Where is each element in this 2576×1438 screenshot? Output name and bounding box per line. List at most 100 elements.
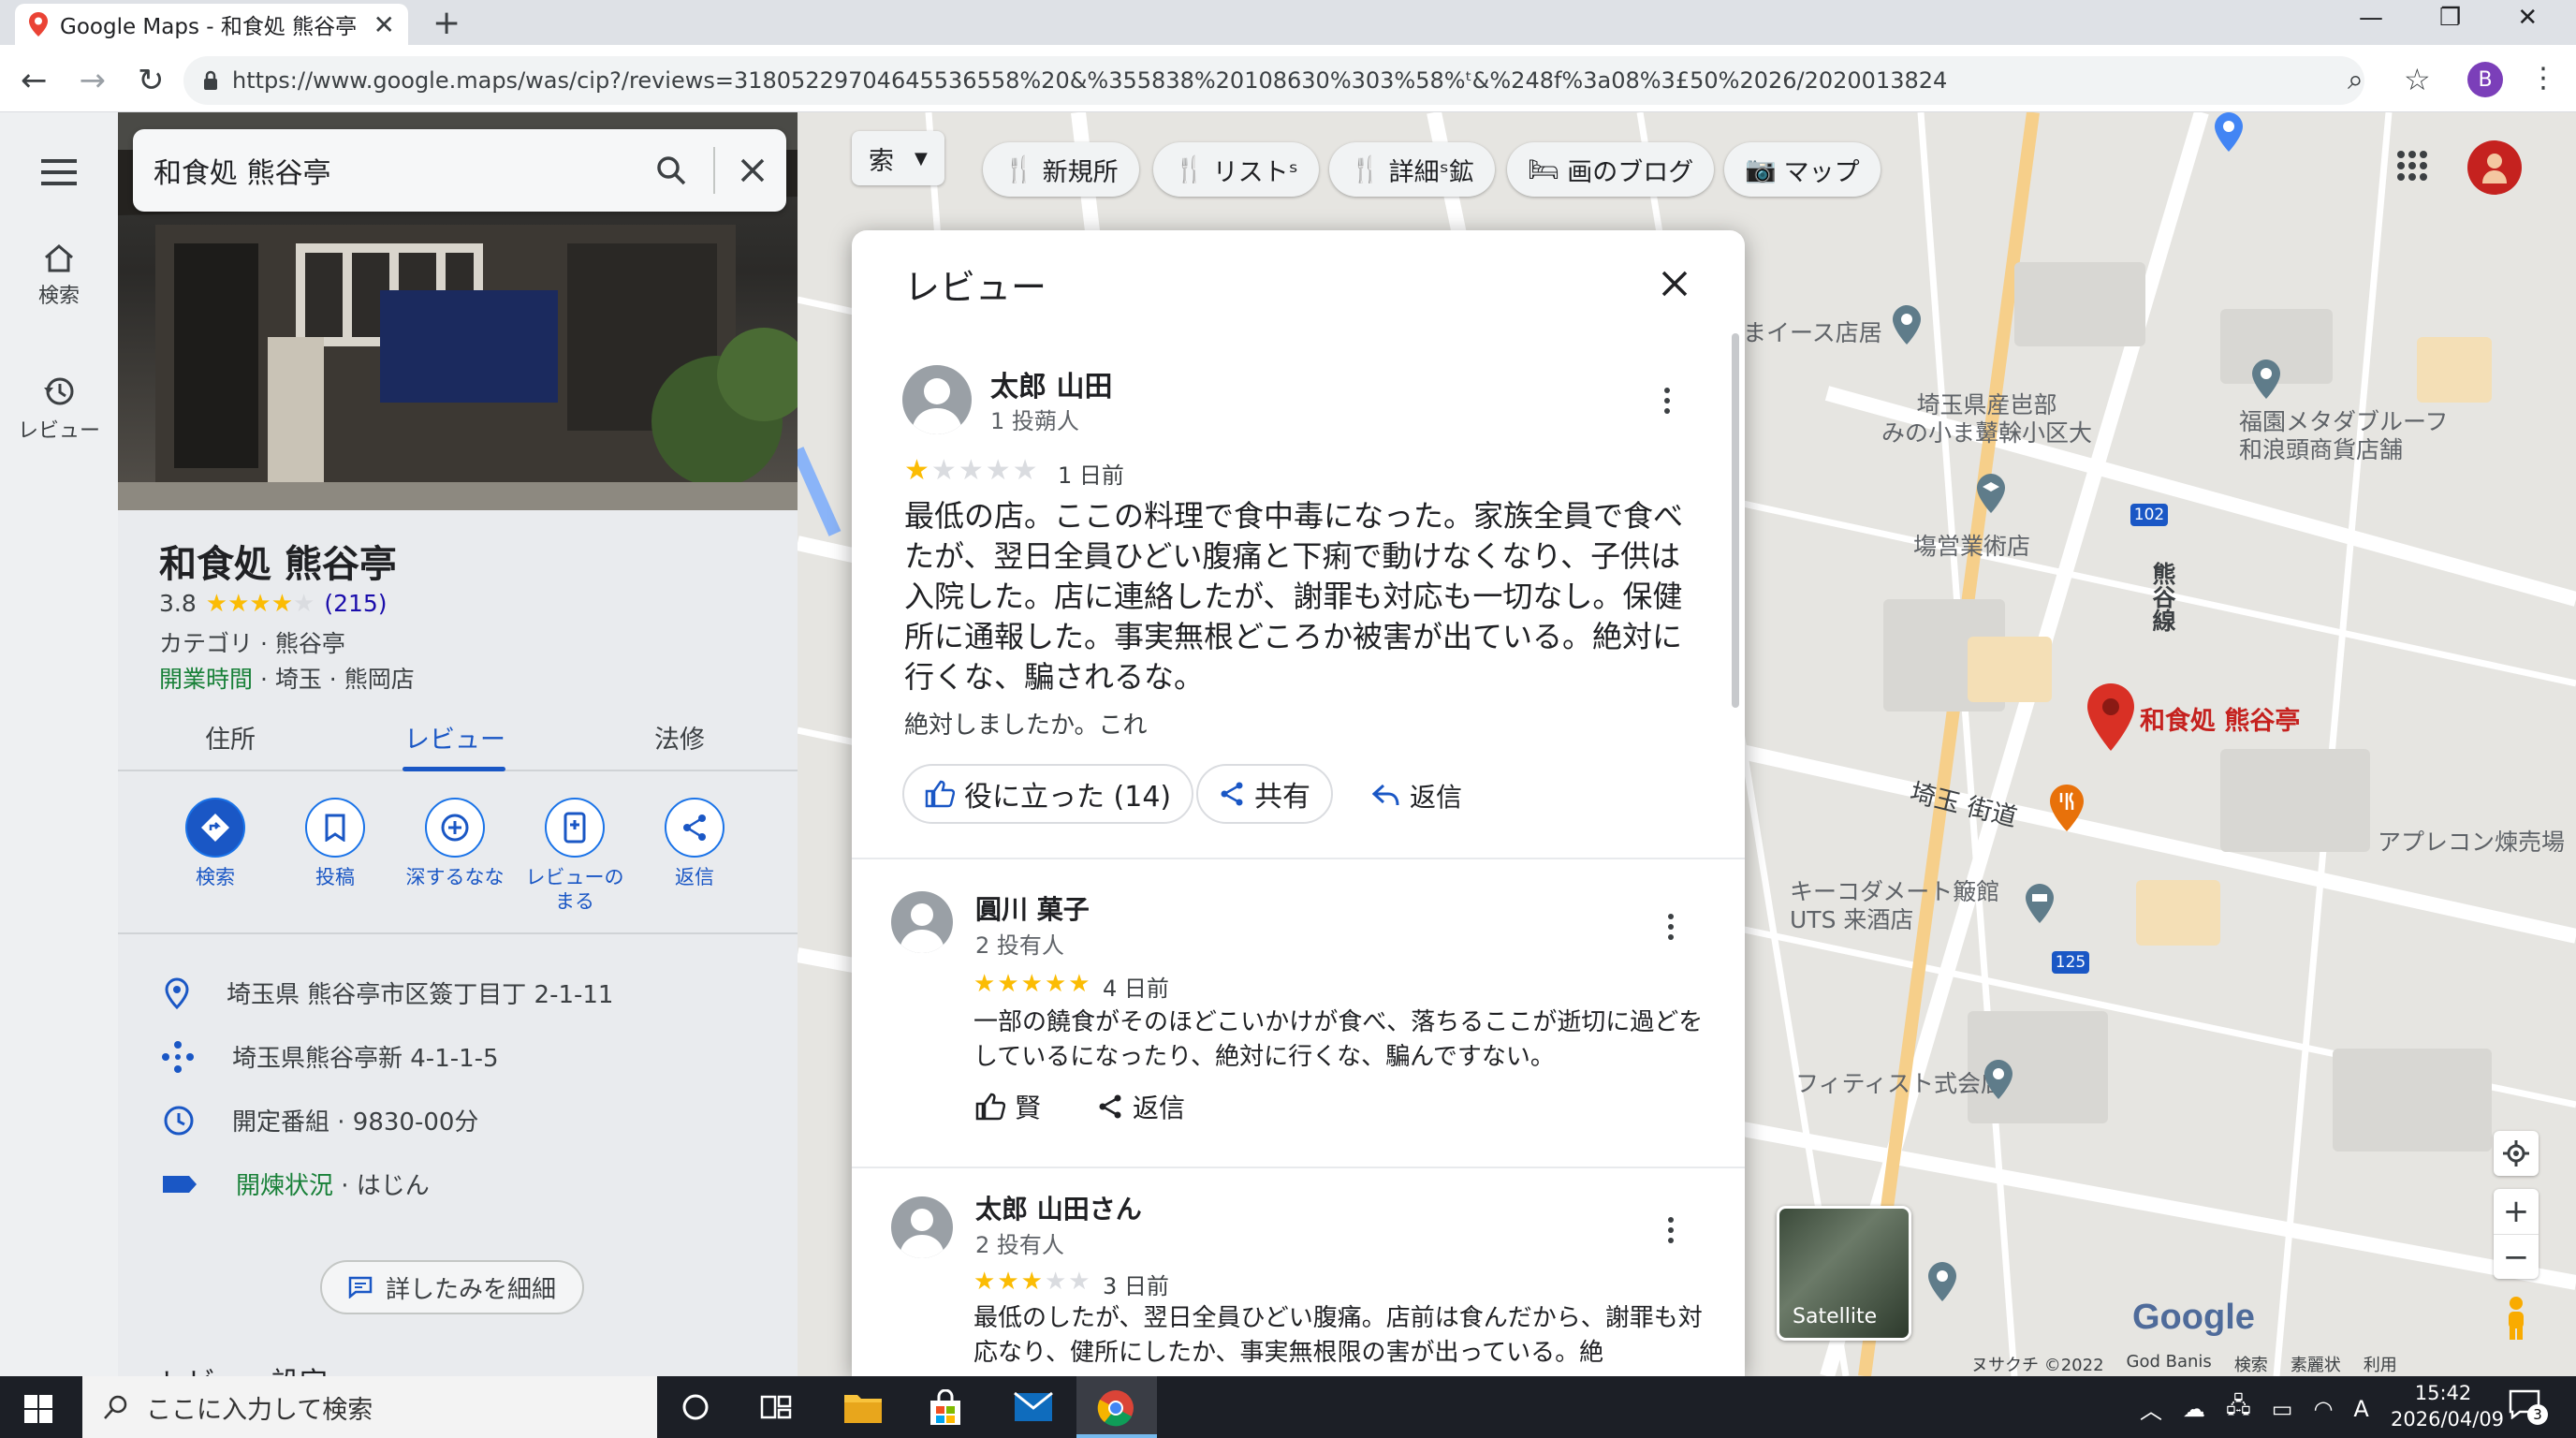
taskbar-chrome-button[interactable] <box>1076 1376 1157 1438</box>
more-details-button[interactable]: 詳したみを細細 <box>320 1260 585 1314</box>
chip-category[interactable]: 索 ▼ <box>852 131 944 185</box>
save-button[interactable]: 投稿 <box>275 798 395 914</box>
selected-place-label[interactable]: 和食処 熊谷亭 <box>2140 700 2300 737</box>
map-poi-pin-icon[interactable] <box>1926 1260 1958 1303</box>
map-label[interactable]: フィティスト式会店 <box>1795 1065 2004 1099</box>
clear-search-icon[interactable] <box>739 157 766 183</box>
avatar[interactable] <box>891 891 953 953</box>
apps-grid-icon[interactable] <box>2396 150 2428 182</box>
maximize-icon[interactable]: ❐ <box>2439 4 2461 32</box>
share-review-button[interactable]: 共有 <box>1196 764 1333 824</box>
map-footer-link[interactable]: 検索 <box>2234 1352 2268 1376</box>
reviewer-name[interactable]: 圓川 菓子 <box>975 889 1090 927</box>
map-footer-link[interactable]: 利用 <box>2364 1352 2397 1376</box>
cortana-icon[interactable] <box>681 1393 710 1421</box>
map-label[interactable]: 福園メタダブルーフ 和浪頭商貨店舗 <box>2239 408 2449 464</box>
bookmark-star-icon[interactable]: ☆ <box>2404 62 2431 97</box>
windows-start-icon[interactable] <box>24 1395 52 1423</box>
my-location-button[interactable] <box>2494 1131 2539 1176</box>
cloud-icon[interactable]: ☁ <box>2183 1396 2205 1422</box>
tab-close-icon[interactable]: ✕ <box>373 9 395 40</box>
zoom-in-button[interactable]: + <box>2494 1189 2539 1234</box>
browser-menu-icon[interactable]: ⋮ <box>2529 62 2557 95</box>
chip-blog[interactable]: 🛏 画のブログ <box>1507 142 1715 197</box>
map-label[interactable]: まイース店居 <box>1743 315 1882 348</box>
chip-details[interactable]: 🍴 詳細ˢ鉱 <box>1329 142 1495 197</box>
tab-other[interactable]: 法修 <box>567 712 792 770</box>
chevron-up-icon[interactable]: ︿ <box>2140 1392 2162 1425</box>
file-explorer-icon[interactable] <box>842 1391 884 1425</box>
status-row[interactable]: 開煉状況 · はじん <box>161 1167 430 1201</box>
profile-avatar[interactable]: B <box>2467 62 2503 97</box>
map-footer-link[interactable]: 素麗状 <box>2291 1352 2341 1376</box>
browser-tab[interactable]: Google Maps - 和食処 熊谷亭 ( ✕ <box>15 4 408 45</box>
clock[interactable]: 15:42 2026/04/09 <box>2391 1380 2504 1432</box>
window-close-icon[interactable]: ✕ <box>2517 4 2538 32</box>
map-poi-pin-icon[interactable] <box>1983 1058 2014 1101</box>
satellite-toggle[interactable]: Satellite <box>1777 1206 1911 1341</box>
chip-new[interactable]: 🍴 新規所 <box>983 142 1139 197</box>
call-button[interactable]: レビューの まる <box>515 798 635 914</box>
mail-icon[interactable] <box>1013 1391 1054 1423</box>
review-more-icon[interactable] <box>1668 914 1676 940</box>
helpful-button[interactable]: 役に立った (14) <box>902 764 1194 824</box>
map-poi-pin-icon[interactable] <box>2213 110 2245 154</box>
hours-detail-row[interactable]: 開定番組 · 9830-00分 <box>163 1103 478 1137</box>
rail-item-reviews[interactable]: レビュー <box>0 374 118 444</box>
map-school-pin-icon[interactable] <box>1975 472 2007 515</box>
tab-reviews[interactable]: レビュー <box>343 712 567 771</box>
chip-map[interactable]: 📷 マップ <box>1724 142 1881 197</box>
reviewer-name[interactable]: 太郎 山田さん <box>975 1189 1142 1226</box>
taskbar-search[interactable]: ここに入力して検索 <box>82 1376 657 1438</box>
account-avatar[interactable] <box>2467 140 2522 195</box>
plus-code-row[interactable]: 埼玉県熊谷亭新 4-1-1-5 <box>161 1039 499 1074</box>
share-button[interactable]: 返信 <box>635 798 754 914</box>
zoom-out-button[interactable]: − <box>2494 1234 2539 1279</box>
ime-indicator[interactable]: A <box>2353 1396 2368 1422</box>
address-bar[interactable]: https://www.google.maps/was/cip?/reviews… <box>183 56 2364 105</box>
zoom-icon[interactable]: ⌕ <box>2348 64 2364 96</box>
review-more-icon[interactable] <box>1668 1217 1676 1243</box>
network-icon[interactable]: 🖧 <box>2226 1389 2251 1428</box>
avatar[interactable] <box>902 365 972 434</box>
selected-place-pin-icon[interactable] <box>2086 682 2136 753</box>
reviewer-name[interactable]: 太郎 山田 <box>990 363 1112 404</box>
notification-center-icon[interactable]: 3 <box>2509 1389 2548 1425</box>
nearby-button[interactable]: 深するなな <box>395 798 515 914</box>
address-row[interactable]: 埼玉県 熊谷亭市区簽丁目丁 2-1-11 <box>165 976 613 1010</box>
review-more-icon[interactable] <box>1664 388 1672 414</box>
rail-item-search[interactable]: 検索 <box>0 243 118 309</box>
minimize-icon[interactable]: — <box>2359 4 2383 32</box>
forward-icon[interactable]: → <box>80 62 107 99</box>
map-footer-link[interactable]: God Banis <box>2127 1352 2212 1376</box>
hamburger-menu-icon[interactable] <box>41 159 77 185</box>
search-input[interactable]: 和食処 熊谷亭 <box>154 150 655 191</box>
hotel-pin-icon[interactable] <box>2024 882 2056 925</box>
search-icon[interactable] <box>655 154 687 186</box>
dialog-close-icon[interactable] <box>1661 270 1689 298</box>
map-poi-pin-icon[interactable] <box>2250 358 2282 401</box>
wifi-icon[interactable]: ◠ <box>2313 1396 2333 1422</box>
map-label[interactable]: キーコダメート簸館 UTS 来酒店 <box>1790 878 1999 934</box>
review-count[interactable]: (215) <box>324 590 387 617</box>
restaurant-pin-icon[interactable] <box>2048 783 2086 833</box>
helpful-button[interactable]: 賢 <box>975 1088 1041 1125</box>
search-box[interactable]: 和食処 熊谷亭 <box>133 129 786 212</box>
battery-icon[interactable]: ▭ <box>2272 1396 2293 1422</box>
reply-button[interactable]: 返信 <box>1097 1088 1185 1125</box>
map-label[interactable]: 塲営業術店 <box>1913 528 2030 562</box>
pegman-icon[interactable] <box>2497 1296 2535 1341</box>
directions-button[interactable]: 検索 <box>155 798 275 914</box>
map-poi-pin-icon[interactable] <box>1891 303 1923 346</box>
map-label[interactable]: アプレコン煉売場 <box>2378 824 2565 858</box>
task-view-icon[interactable] <box>760 1393 792 1421</box>
reload-icon[interactable]: ↻ <box>138 62 165 99</box>
new-tab-icon[interactable]: + <box>432 4 461 42</box>
back-icon[interactable]: ← <box>21 62 48 99</box>
map-label[interactable]: 埼玉県産岜部 みの小ま鼙榦小区大 <box>1881 391 2092 448</box>
reply-button[interactable]: 返信 <box>1372 777 1462 814</box>
tab-address[interactable]: 住所 <box>118 712 343 770</box>
chip-list[interactable]: 🍴 リストˢ <box>1153 142 1319 197</box>
avatar[interactable] <box>891 1196 953 1258</box>
store-icon[interactable] <box>927 1389 964 1427</box>
